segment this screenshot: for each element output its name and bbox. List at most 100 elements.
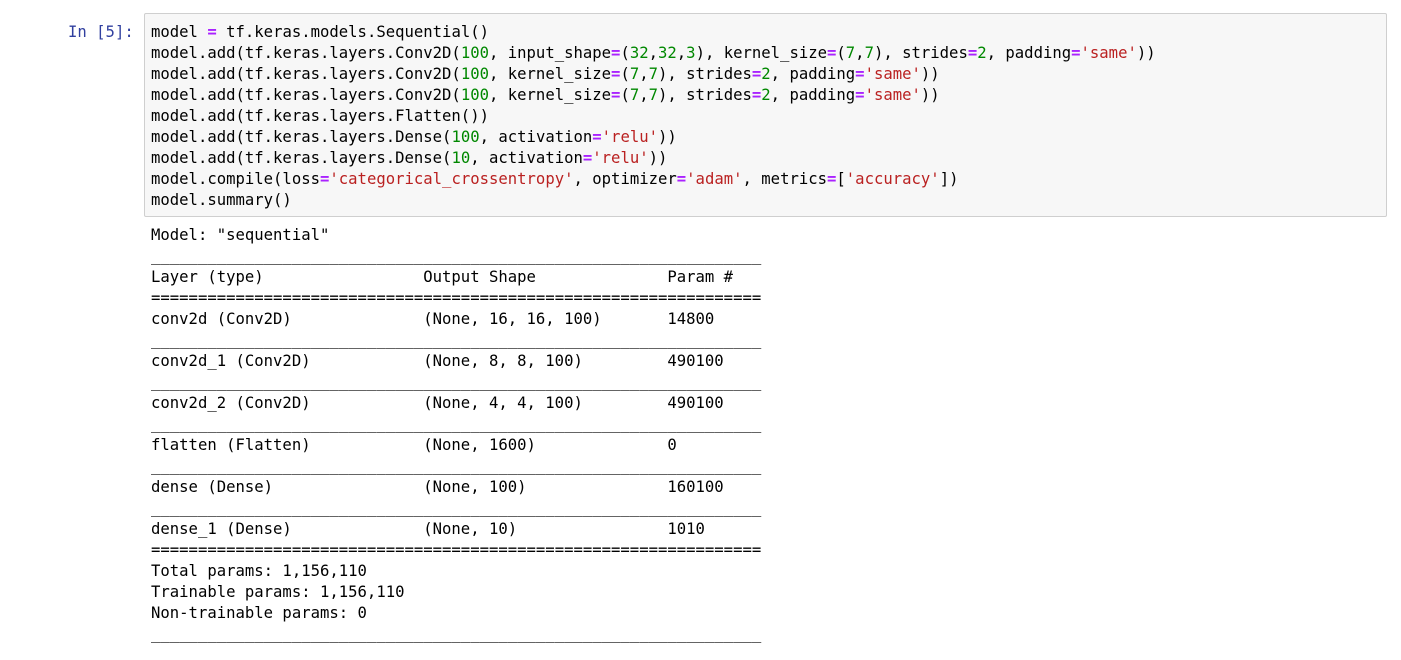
separator-line: ________________________________________… xyxy=(151,457,762,475)
code-token: , padding xyxy=(770,65,856,83)
non-trainable-params: Non-trainable params: 0 xyxy=(151,604,367,622)
param-count-cell: 160100 xyxy=(667,478,724,496)
code-token: , xyxy=(855,44,865,62)
code-token: , padding xyxy=(770,86,856,104)
layer-name-cell: flatten (Flatten) xyxy=(151,436,311,454)
code-token: 7 xyxy=(845,44,856,62)
code-token: ( xyxy=(620,44,630,62)
code-token: , kernel_size xyxy=(488,65,612,83)
code-token: 7 xyxy=(648,65,658,83)
layer-name-cell: conv2d (Conv2D) xyxy=(151,310,292,328)
code-token: = xyxy=(320,170,330,188)
code-token: , activation xyxy=(479,128,593,146)
code-token: , xyxy=(639,65,649,83)
separator-line: ________________________________________… xyxy=(151,247,762,265)
code-token: = xyxy=(855,86,865,104)
code-token: ), strides xyxy=(658,65,752,83)
output-shape-cell: (None, 8, 8, 100) xyxy=(423,352,583,370)
code-line: model.add(tf.keras.layers.Conv2D(100, ke… xyxy=(151,85,1386,106)
layer-name-cell: dense (Dense) xyxy=(151,478,274,496)
code-token: , xyxy=(639,86,649,104)
param-count-cell: 1010 xyxy=(667,520,705,538)
code-token: = xyxy=(676,170,687,188)
code-cell-input[interactable]: model = tf.keras.models.Sequential() mode… xyxy=(144,13,1387,217)
table-row: conv2d_1 (Conv2D) (None, 8, 8, 100) 490100 xyxy=(151,351,791,372)
table-row: dense_1 (Dense) (None, 10) 1010 xyxy=(151,519,791,540)
code-token: = xyxy=(967,44,978,62)
code-token: [ xyxy=(836,170,846,188)
code-token: 2 xyxy=(977,44,987,62)
output-shape-cell: (None, 16, 16, 100) xyxy=(423,310,602,328)
code-token: model.add(tf.keras.layers.Dense( xyxy=(151,149,452,167)
code-token: , optimizer xyxy=(573,170,677,188)
output-shape-cell: (None, 4, 4, 100) xyxy=(423,394,583,412)
code-token: model.add(tf.keras.layers.Conv2D( xyxy=(151,44,461,62)
code-token: 100 xyxy=(460,44,489,62)
code-token: 7 xyxy=(864,44,874,62)
table-row: flatten (Flatten) (None, 1600) 0 xyxy=(151,435,791,456)
code-token: , xyxy=(676,44,687,62)
code-token: = xyxy=(582,149,593,167)
separator-double-line: ========================================… xyxy=(151,541,762,559)
trainable-params: Trainable params: 1,156,110 xyxy=(151,583,405,601)
code-token: ]) xyxy=(939,170,959,188)
separator-line: ________________________________________… xyxy=(151,499,762,517)
code-token: 'same' xyxy=(1080,44,1137,62)
code-line: model.compile(loss='categorical_crossent… xyxy=(151,169,1386,190)
output-shape-cell: (None, 100) xyxy=(423,478,527,496)
code-token: ), kernel_size xyxy=(695,44,827,62)
code-token: ( xyxy=(620,65,630,83)
code-token: = xyxy=(592,128,602,146)
output-shape-cell: (None, 10) xyxy=(423,520,518,538)
code-token: 'categorical_crossentropy' xyxy=(329,170,574,188)
code-token: model.compile(loss xyxy=(151,170,320,188)
code-token: )) xyxy=(920,86,940,104)
code-line: model.add(tf.keras.layers.Dense(100, act… xyxy=(151,127,1386,148)
code-token: model.add(tf.keras.layers.Conv2D( xyxy=(151,86,461,104)
code-token: 'accuracy' xyxy=(845,170,940,188)
code-token: 'relu' xyxy=(592,149,649,167)
code-line: model.add(tf.keras.layers.Conv2D(100, ke… xyxy=(151,64,1386,85)
code-token: 'same' xyxy=(864,86,921,104)
code-token: 2 xyxy=(761,65,771,83)
code-token: , padding xyxy=(986,44,1072,62)
code-token: 10 xyxy=(451,149,471,167)
code-token: model xyxy=(151,23,208,41)
code-cell-output: Model: "sequential" _____________________… xyxy=(151,225,791,645)
code-token: 100 xyxy=(451,128,480,146)
output-shape-cell: Output Shape xyxy=(423,268,536,286)
code-token: = xyxy=(855,65,865,83)
layer-name-cell: dense_1 (Dense) xyxy=(151,520,292,538)
separator-line: ________________________________________… xyxy=(151,625,762,643)
layer-name-cell: conv2d_2 (Conv2D) xyxy=(151,394,311,412)
code-token: 3 xyxy=(686,44,696,62)
table-header: Layer (type) Output Shape Param # xyxy=(151,267,791,288)
code-token: )) xyxy=(1136,44,1156,62)
code-token: model.add(tf.keras.layers.Conv2D( xyxy=(151,65,461,83)
code-token: tf.keras.models.Sequential() xyxy=(216,23,489,41)
code-token: 100 xyxy=(460,65,489,83)
param-count-cell: 490100 xyxy=(667,352,724,370)
param-count-cell: 490100 xyxy=(667,394,724,412)
code-token: ), strides xyxy=(658,86,752,104)
code-token: = xyxy=(827,170,837,188)
layer-name-cell: conv2d_1 (Conv2D) xyxy=(151,352,311,370)
code-token: , xyxy=(648,44,658,62)
code-token: 7 xyxy=(629,86,640,104)
code-token: )) xyxy=(658,128,677,146)
code-token: 32 xyxy=(658,44,677,62)
code-token: 7 xyxy=(629,65,640,83)
code-token: , input_shape xyxy=(488,44,612,62)
code-token: 'same' xyxy=(864,65,921,83)
code-token: = xyxy=(751,86,762,104)
code-token: = xyxy=(751,65,762,83)
code-token: 'relu' xyxy=(601,128,659,146)
code-line: model.summary() xyxy=(151,190,1386,211)
code-line: model.add(tf.keras.layers.Dense(10, acti… xyxy=(151,148,1386,169)
code-token: model.add(tf.keras.layers.Dense( xyxy=(151,128,452,146)
code-token: , kernel_size xyxy=(488,86,612,104)
table-row: conv2d (Conv2D) (None, 16, 16, 100) 14800 xyxy=(151,309,791,330)
code-line: model.add(tf.keras.layers.Flatten()) xyxy=(151,106,1386,127)
param-count-cell: 0 xyxy=(667,436,677,454)
code-token: model.add(tf.keras.layers.Flatten()) xyxy=(151,107,489,125)
